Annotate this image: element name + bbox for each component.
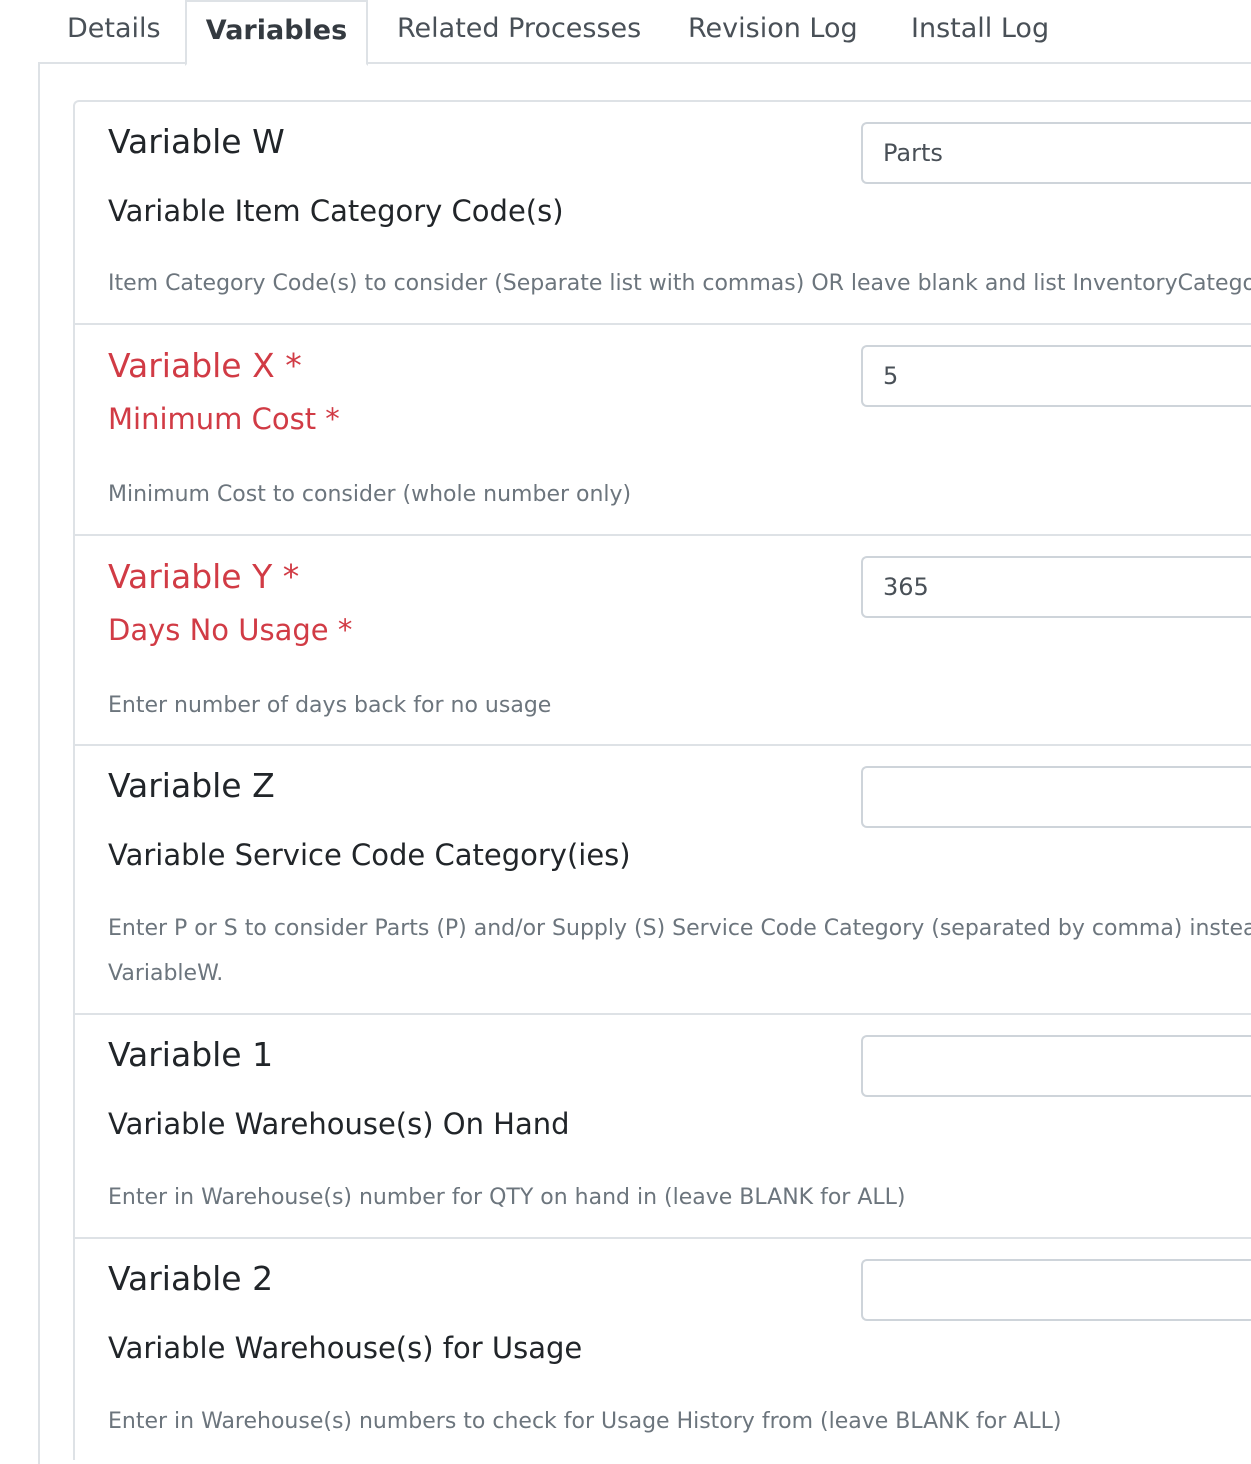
variable-title: Variable Z xyxy=(108,766,275,805)
variable-w-input[interactable] xyxy=(861,122,1251,184)
variable-row-y: Variable Y * Days No Usage * Enter numbe… xyxy=(75,536,1251,744)
variable-subtitle: Days No Usage * xyxy=(108,613,353,647)
variable-row-1: Variable 1 Variable Warehouse(s) On Hand… xyxy=(75,1015,1251,1237)
variable-subtitle: Variable Warehouse(s) for Usage xyxy=(108,1331,583,1365)
variable-description: Enter number of days back for no usage xyxy=(108,693,552,718)
tab-revision-log[interactable]: Revision Log xyxy=(688,0,858,64)
variable-subtitle: Variable Warehouse(s) On Hand xyxy=(108,1107,570,1141)
variable-row-x: Variable X * Minimum Cost * Minimum Cost… xyxy=(75,325,1251,535)
variable-x-input[interactable] xyxy=(861,345,1251,407)
tab-bar: Details Variables Related Processes Revi… xyxy=(38,0,1251,66)
variable-description-line2: VariableW. xyxy=(108,961,224,986)
variable-description: Minimum Cost to consider (whole number o… xyxy=(108,482,632,507)
variable-description: Enter in Warehouse(s) numbers to check f… xyxy=(108,1409,1062,1434)
tab-related-processes[interactable]: Related Processes xyxy=(397,0,641,64)
variable-title: Variable Y * xyxy=(108,557,300,596)
variable-description-line1: Enter P or S to consider Parts (P) and/o… xyxy=(108,916,1251,941)
variable-title: Variable 1 xyxy=(108,1035,274,1074)
variable-subtitle: Minimum Cost * xyxy=(108,402,340,436)
variable-title: Variable W xyxy=(108,122,285,161)
tab-variables[interactable]: Variables xyxy=(185,0,368,66)
tab-details[interactable]: Details xyxy=(67,0,161,64)
variable-row-w: Variable W Variable Item Category Code(s… xyxy=(75,102,1251,324)
variable-2-input[interactable] xyxy=(861,1259,1251,1321)
variable-subtitle: Variable Service Code Category(ies) xyxy=(108,838,631,872)
variable-1-input[interactable] xyxy=(861,1035,1251,1097)
variable-row-z: Variable Z Variable Service Code Categor… xyxy=(75,746,1251,1014)
variable-y-input[interactable] xyxy=(861,556,1251,618)
variable-z-input[interactable] xyxy=(861,766,1251,828)
variable-row-2: Variable 2 Variable Warehouse(s) for Usa… xyxy=(75,1239,1251,1447)
variable-title: Variable 2 xyxy=(108,1259,274,1298)
variable-title: Variable X * xyxy=(108,346,302,385)
variable-description: Item Category Code(s) to consider (Separ… xyxy=(108,271,1251,296)
variable-subtitle: Variable Item Category Code(s) xyxy=(108,194,564,228)
variable-description: Enter in Warehouse(s) number for QTY on … xyxy=(108,1185,906,1210)
tab-install-log[interactable]: Install Log xyxy=(911,0,1049,64)
